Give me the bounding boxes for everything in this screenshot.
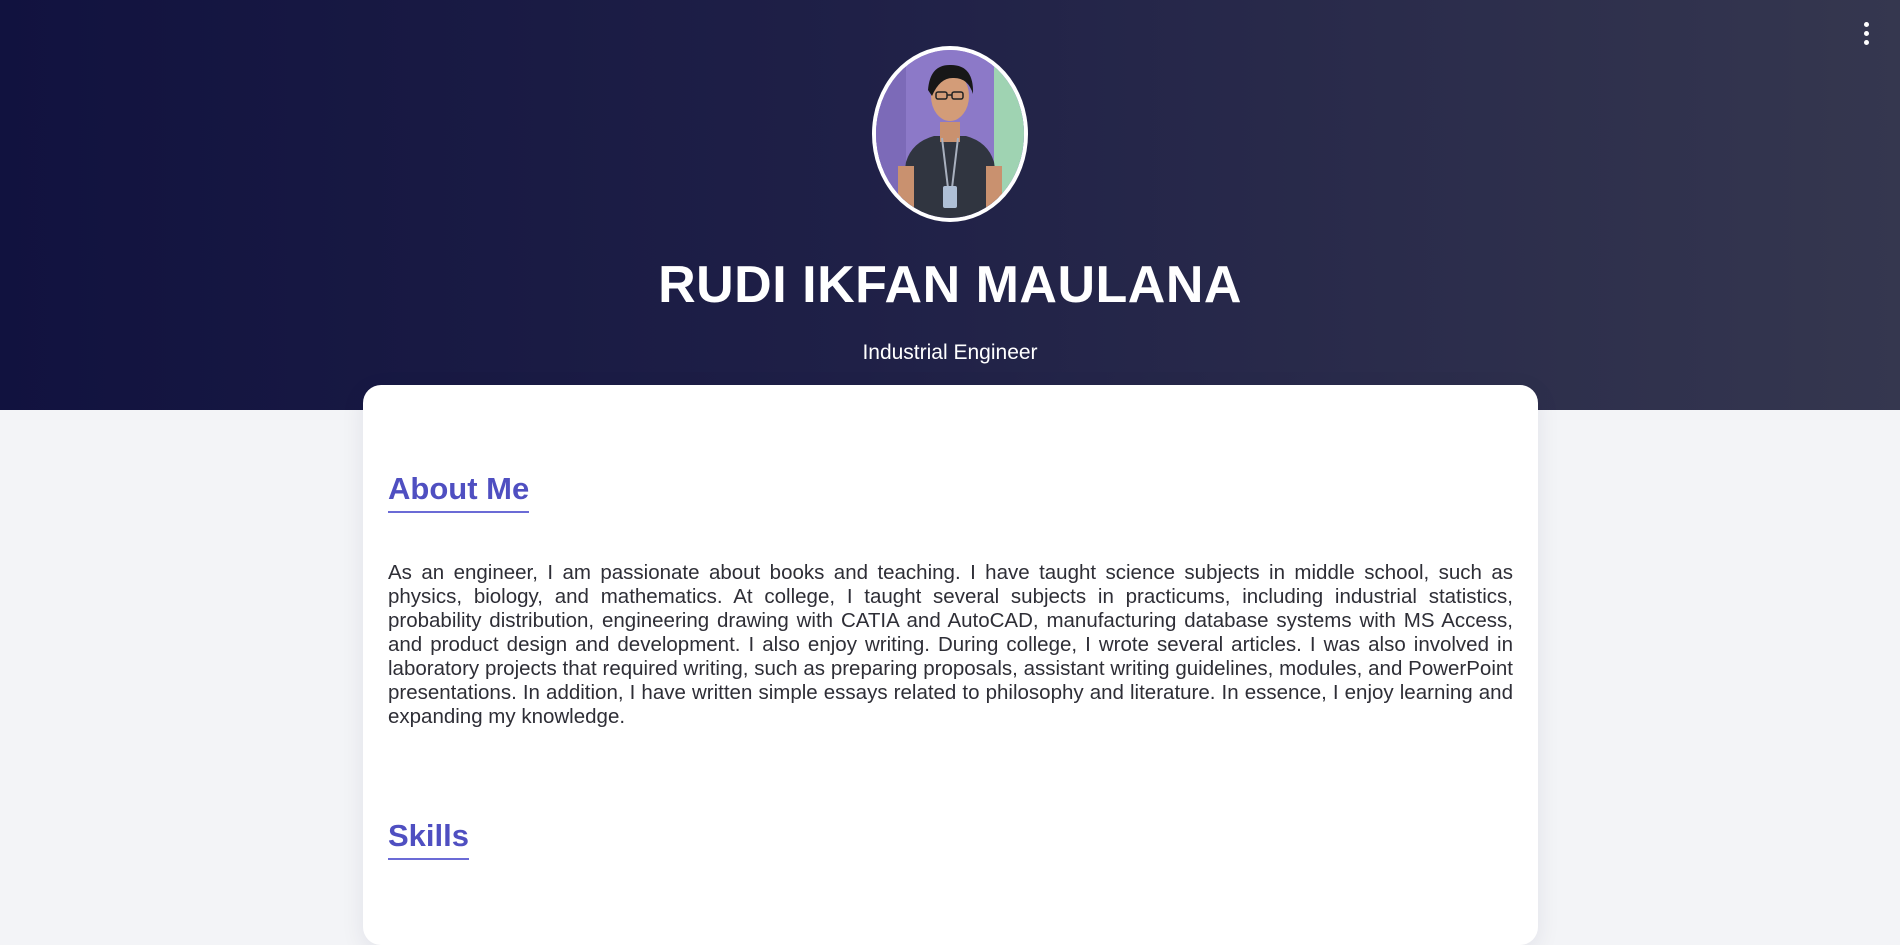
skills-heading: Skills [388, 818, 469, 860]
profile-name: RUDI IKFAN MAULANA [658, 256, 1242, 314]
menu-dot [1863, 21, 1869, 27]
menu-dot [1863, 39, 1869, 45]
about-heading: About Me [388, 471, 530, 513]
menu-dot [1863, 30, 1869, 36]
profile-avatar [872, 46, 1028, 222]
profile-photo [876, 50, 1024, 218]
kebab-menu-icon[interactable] [1858, 18, 1874, 48]
about-text: As an engineer, I am passionate about bo… [388, 561, 1513, 728]
profile-role: Industrial Engineer [862, 341, 1038, 364]
profile-header: RUDI IKFAN MAULANA Industrial Engineer [0, 0, 1900, 410]
profile-card: About Me As an engineer, I am passionate… [363, 385, 1538, 945]
